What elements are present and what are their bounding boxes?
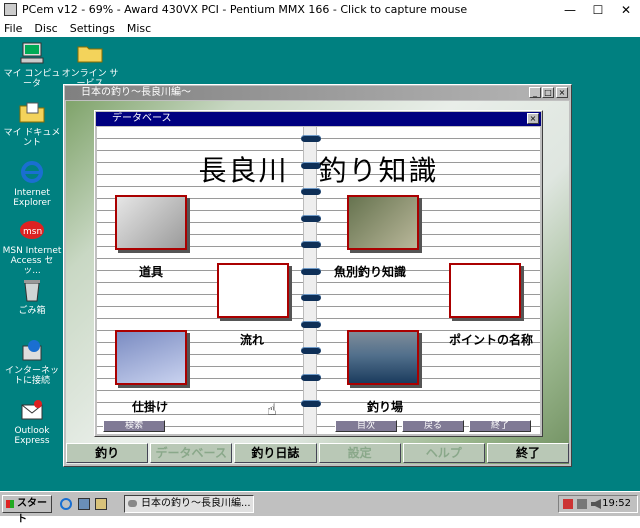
search-button[interactable]: 検索 <box>103 420 165 432</box>
hand-cursor-icon: ☝ <box>267 400 277 419</box>
index-button[interactable]: 目次 <box>335 420 397 432</box>
minimize-button[interactable]: — <box>556 0 584 19</box>
end-button[interactable]: 終了 <box>469 420 531 432</box>
menu-file[interactable]: File <box>4 22 22 35</box>
flow-image[interactable] <box>217 263 289 318</box>
system-tray: 19:52 <box>558 495 638 513</box>
desktop-icon-label: Internet Explorer <box>13 188 51 208</box>
taskbar: スタート 日本の釣り～長良川編... 19:52 <box>0 491 640 525</box>
menu-settings[interactable]: Settings <box>70 22 115 35</box>
rig-image[interactable] <box>115 330 187 385</box>
msn-icon: msn <box>19 217 45 243</box>
recycle-bin-icon <box>19 277 45 303</box>
quicklaunch-outlook-icon[interactable] <box>78 498 90 510</box>
app-close-button[interactable]: × <box>556 87 568 98</box>
desktop-icon-my-documents[interactable]: マイ ドキュメント <box>2 99 62 148</box>
tab-database[interactable]: データベース <box>150 443 233 463</box>
desktop-icon-my-computer[interactable]: マイ コンピュータ <box>2 40 62 89</box>
tray-icon[interactable] <box>563 499 573 509</box>
notebook: 長良川 釣り知識 道具 流れ 仕掛け 魚別釣り知識 ポイントの名称 釣り場 ☝ … <box>97 127 540 434</box>
desktop-icon-label: インターネットに接続 <box>4 366 59 386</box>
fish-label[interactable]: 魚別釣り知識 <box>334 263 406 280</box>
dialog-title-bar: データベース <box>96 112 541 126</box>
maximize-button[interactable]: ☐ <box>584 0 612 19</box>
dialog-title: データベース <box>112 113 172 124</box>
documents-folder-icon <box>19 99 45 125</box>
emulator-menu-bar: File Disc Settings Misc <box>0 19 640 37</box>
menu-misc[interactable]: Misc <box>127 22 151 35</box>
flow-label[interactable]: 流れ <box>240 331 264 348</box>
app-maximize-button[interactable]: □ <box>542 87 554 98</box>
tab-fishing[interactable]: 釣り <box>66 443 149 463</box>
outlook-express-icon <box>19 397 45 423</box>
folder-icon <box>77 40 103 66</box>
pcem-icon <box>4 3 17 16</box>
desktop-icon-label: MSN Internet Access セッ... <box>2 246 62 276</box>
app-title: 日本の釣り～長良川編～ <box>81 87 191 98</box>
fish-image[interactable] <box>347 195 419 250</box>
emulator-title: PCem v12 - 69% - Award 430VX PCI - Penti… <box>22 3 468 16</box>
tab-settings[interactable]: 設定 <box>318 443 401 463</box>
spiral-ring <box>301 188 321 195</box>
internet-explorer-icon <box>19 159 45 185</box>
start-label: スタート <box>17 498 47 525</box>
computer-icon <box>19 40 45 66</box>
emulator-title-bar: PCem v12 - 69% - Award 430VX PCI - Penti… <box>0 0 640 19</box>
spot-label[interactable]: 釣り場 <box>367 398 403 415</box>
spiral-ring <box>301 135 321 142</box>
database-heading: 長良川 釣り知識 <box>198 154 439 187</box>
spiral-ring <box>301 347 321 354</box>
tab-help[interactable]: ヘルプ <box>402 443 485 463</box>
desktop-icon-label: マイ ドキュメント <box>3 128 61 148</box>
spot-image[interactable] <box>347 330 419 385</box>
desktop-icon-label: マイ コンピュータ <box>3 69 61 89</box>
taskbar-app-label: 日本の釣り～長良川編... <box>141 498 251 509</box>
speaker-icon[interactable] <box>591 499 601 509</box>
points-label[interactable]: ポイントの名称 <box>449 331 533 348</box>
connect-internet-icon <box>19 337 45 363</box>
spiral-ring <box>301 400 321 407</box>
desktop-icon-label: Outlook Express <box>14 426 50 446</box>
svg-text:msn: msn <box>23 227 42 237</box>
app-title-bar: 日本の釣り～長良川編～ <box>65 86 570 100</box>
tab-fishing-diary[interactable]: 釣り日誌 <box>234 443 317 463</box>
desktop-icon-msn[interactable]: msn MSN Internet Access セッ... <box>2 217 62 276</box>
spiral-ring <box>301 321 321 328</box>
desktop-icon-recycle-bin[interactable]: ごみ箱 <box>2 277 62 316</box>
spiral-ring <box>301 268 321 275</box>
back-button[interactable]: 戻る <box>402 420 464 432</box>
points-image[interactable] <box>449 263 521 318</box>
close-button[interactable]: ✕ <box>612 0 640 19</box>
desktop-icon-internet-explorer[interactable]: Internet Explorer <box>2 159 62 208</box>
menu-disc[interactable]: Disc <box>34 22 57 35</box>
tab-exit[interactable]: 終了 <box>486 443 570 463</box>
spiral-ring <box>301 215 321 222</box>
desktop-icon-connect-internet[interactable]: インターネットに接続 <box>2 337 62 386</box>
spiral-ring <box>301 374 321 381</box>
taskbar-app-button[interactable]: 日本の釣り～長良川編... <box>124 495 254 513</box>
spiral-ring <box>301 241 321 248</box>
spiral-ring <box>301 294 321 301</box>
desktop-icon-label: ごみ箱 <box>18 306 46 316</box>
tray-icon[interactable] <box>577 499 587 509</box>
fish-app-icon <box>128 500 137 507</box>
desktop-icon-online-services[interactable]: オンライン サービス <box>60 40 120 89</box>
app-tab-bar: 釣り データベース 釣り日誌 設定 ヘルプ 終了 <box>66 443 570 463</box>
windows-logo-icon <box>6 500 14 508</box>
quicklaunch-ie-icon[interactable] <box>60 498 72 510</box>
clock[interactable]: 19:52 <box>602 498 631 509</box>
desktop-icon-outlook-express[interactable]: Outlook Express <box>2 397 62 446</box>
tools-label[interactable]: 道具 <box>139 263 163 280</box>
dialog-close-button[interactable]: × <box>527 113 539 124</box>
rig-label[interactable]: 仕掛け <box>132 398 168 415</box>
quicklaunch-desktop-icon[interactable] <box>95 498 107 510</box>
tools-image[interactable] <box>115 195 187 250</box>
start-button[interactable]: スタート <box>2 495 52 525</box>
app-minimize-button[interactable]: _ <box>529 87 541 98</box>
database-dialog: データベース × 長良川 釣り知識 道具 流れ 仕掛け 魚別釣り知識 ポイントの… <box>94 110 543 437</box>
